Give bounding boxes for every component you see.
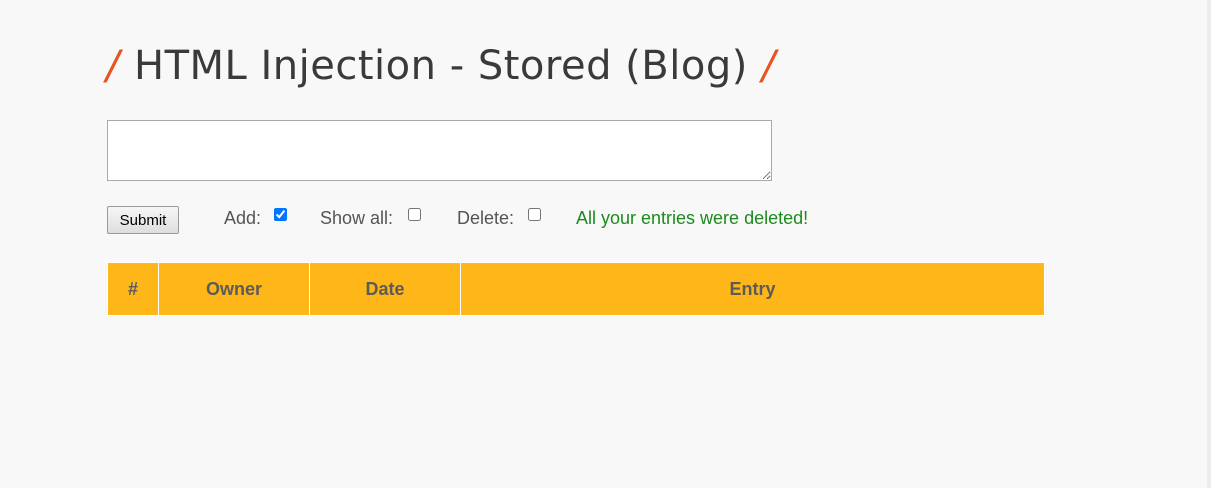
title-slash-right: / — [761, 43, 776, 89]
column-header-date: Date — [309, 262, 461, 316]
status-message: All your entries were deleted! — [576, 208, 809, 228]
title-slash-left: / — [106, 43, 120, 89]
page-right-edge — [1207, 0, 1211, 488]
blog-entries-table: # Owner Date Entry — [107, 262, 1045, 316]
show-all-label: Show all: — [320, 208, 394, 228]
submit-button[interactable]: Submit — [107, 206, 179, 234]
delete-checkbox[interactable] — [528, 208, 541, 221]
page-title: / HTML Injection - Stored (Blog) / — [106, 38, 776, 94]
title-text: HTML Injection - Stored (Blog) — [133, 43, 748, 89]
blog-entry-textarea[interactable] — [107, 120, 772, 181]
add-checkbox[interactable] — [274, 208, 287, 221]
form-controls: Submit Add: Show all: Delete: All your e… — [107, 205, 1007, 234]
table-header-row: # Owner Date Entry — [107, 262, 1045, 316]
column-header-entry: Entry — [460, 262, 1045, 316]
show-all-checkbox[interactable] — [408, 208, 421, 221]
column-header-number: # — [107, 262, 159, 316]
add-label: Add: — [224, 208, 262, 228]
delete-label: Delete: — [457, 208, 515, 228]
column-header-owner: Owner — [158, 262, 310, 316]
